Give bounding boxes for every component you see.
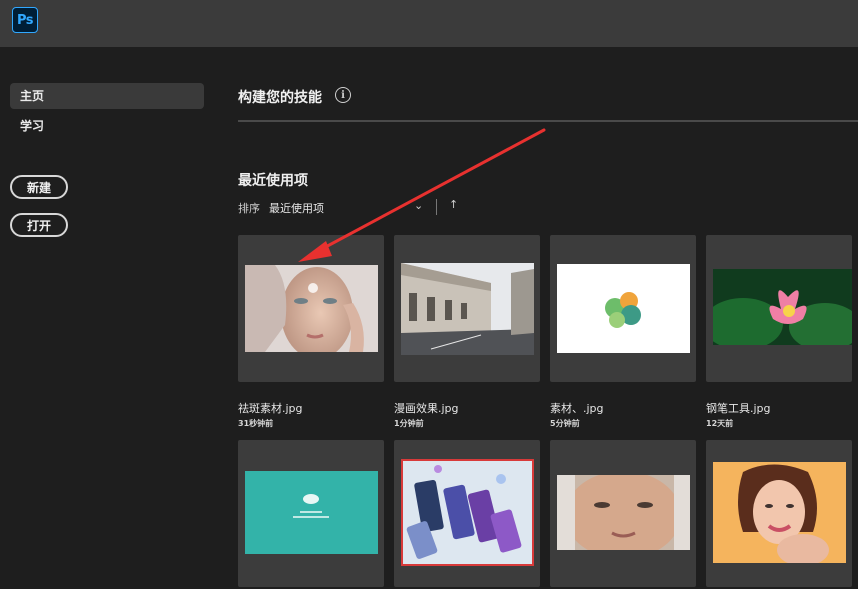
photoshop-logo-icon[interactable]: Ps — [12, 7, 38, 33]
file-thumbnail — [245, 265, 378, 352]
file-card[interactable] — [550, 440, 696, 587]
file-thumbnail — [401, 263, 534, 355]
file-thumbnail — [245, 471, 378, 554]
file-time: 1分钟前 — [394, 419, 424, 428]
divider — [238, 120, 858, 122]
file-thumbnail — [557, 475, 690, 550]
file-card[interactable] — [238, 440, 384, 587]
sidebar-item-learn[interactable]: 学习 — [10, 113, 204, 139]
file-name[interactable]: 钢笔工具.jpg — [706, 400, 771, 416]
file-thumbnail — [713, 269, 852, 345]
file-card[interactable] — [706, 440, 852, 587]
info-icon[interactable]: i — [335, 87, 351, 103]
recent-title: 最近使用项 — [238, 173, 308, 189]
file-card[interactable] — [394, 440, 540, 587]
file-card[interactable] — [238, 235, 384, 382]
file-thumbnail — [401, 459, 534, 566]
sidebar: 主页 学习 新建 打开 — [0, 47, 220, 589]
sort-label: 排序 — [238, 202, 260, 215]
file-thumbnail — [713, 462, 846, 563]
chevron-down-icon[interactable]: ⌄ — [414, 199, 423, 212]
file-time: 31秒钟前 — [238, 419, 274, 428]
file-thumbnail — [557, 264, 690, 353]
file-name[interactable]: 漫画效果.jpg — [394, 400, 459, 416]
title-bar: Ps — [0, 0, 858, 47]
file-card[interactable] — [550, 235, 696, 382]
file-card[interactable] — [706, 235, 852, 382]
open-button[interactable]: 打开 — [10, 213, 68, 237]
sort-dropdown[interactable]: 最近使用项 — [269, 200, 324, 216]
file-name[interactable]: 素材、.jpg — [550, 400, 604, 416]
sort-separator — [436, 199, 437, 215]
file-name[interactable]: 祛斑素材.jpg — [238, 400, 303, 416]
file-time: 12天前 — [706, 419, 734, 428]
new-button[interactable]: 新建 — [10, 175, 68, 199]
file-time: 5分钟前 — [550, 419, 580, 428]
build-skills-title: 构建您的技能 — [238, 90, 322, 106]
sidebar-item-home[interactable]: 主页 — [10, 83, 204, 109]
sort-direction-icon[interactable]: ↑ — [449, 198, 458, 211]
file-card[interactable] — [394, 235, 540, 382]
